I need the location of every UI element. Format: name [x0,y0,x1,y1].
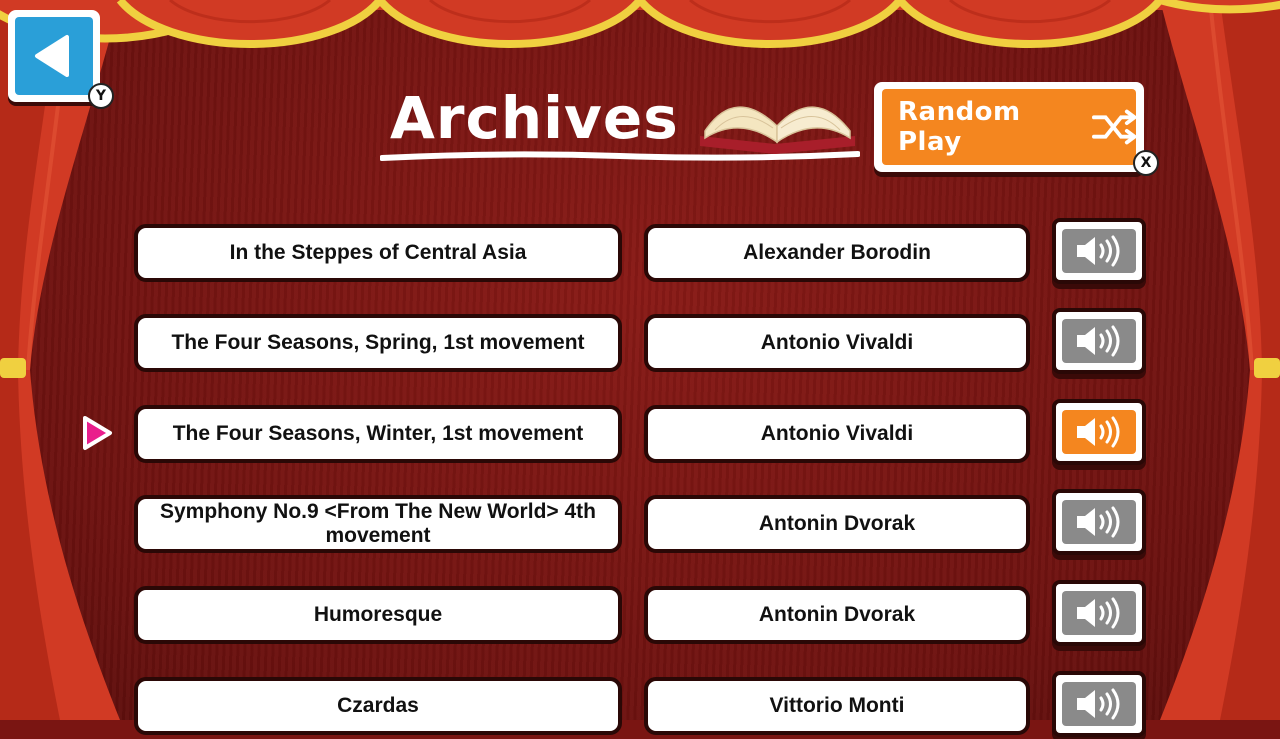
y-button-hint: Y [88,83,114,109]
track-composer: Antonin Dvorak [644,586,1030,644]
left-triangle-icon [35,35,69,77]
track-composer: Antonio Vivaldi [644,405,1030,463]
track-title[interactable]: Czardas [134,677,622,735]
speaker-icon [1077,506,1120,538]
speaker-icon [1077,688,1120,720]
track-title[interactable]: Humoresque [134,586,622,644]
x-button-hint: X [1133,150,1159,176]
speaker-icon [1077,325,1120,357]
top-valance [0,0,1280,49]
play-sound-button-active[interactable] [1052,399,1146,465]
page-title: Archives [390,84,679,152]
random-play-label: Random Play [898,97,1021,157]
track-title[interactable]: The Four Seasons, Spring, 1st movement [134,314,622,372]
track-row[interactable]: In the Steppes of Central Asia Alexander… [0,218,1280,286]
play-sound-button[interactable] [1052,580,1146,646]
random-play-button[interactable]: Random Play [874,82,1144,172]
track-composer: Vittorio Monti [644,677,1030,735]
play-sound-button[interactable] [1052,489,1146,555]
stage-background: Y Archives Random Play X In the Steppes … [0,0,1280,737]
track-row-selected[interactable]: The Four Seasons, Winter, 1st movement A… [0,399,1280,467]
page-title-group: Archives [380,80,870,170]
track-row[interactable]: Symphony No.9 <From The New World> 4th m… [0,489,1280,557]
shuffle-icon [1091,109,1136,145]
track-composer: Antonin Dvorak [644,495,1030,553]
track-row[interactable]: Humoresque Antonin Dvorak [0,580,1280,648]
track-title[interactable]: Symphony No.9 <From The New World> 4th m… [134,495,622,553]
track-row[interactable]: The Four Seasons, Spring, 1st movement A… [0,308,1280,376]
track-title[interactable]: In the Steppes of Central Asia [134,224,622,282]
play-sound-button[interactable] [1052,308,1146,374]
speaker-icon [1077,597,1120,629]
open-book-icon [700,106,855,154]
speaker-icon [1077,235,1120,267]
track-composer: Antonio Vivaldi [644,314,1030,372]
track-title[interactable]: The Four Seasons, Winter, 1st movement [134,405,622,463]
play-sound-button[interactable] [1052,218,1146,284]
back-button[interactable] [8,10,100,102]
track-composer: Alexander Borodin [644,224,1030,282]
play-sound-button[interactable] [1052,671,1146,737]
speaker-icon [1077,416,1120,448]
track-row[interactable]: Czardas Vittorio Monti [0,671,1280,739]
